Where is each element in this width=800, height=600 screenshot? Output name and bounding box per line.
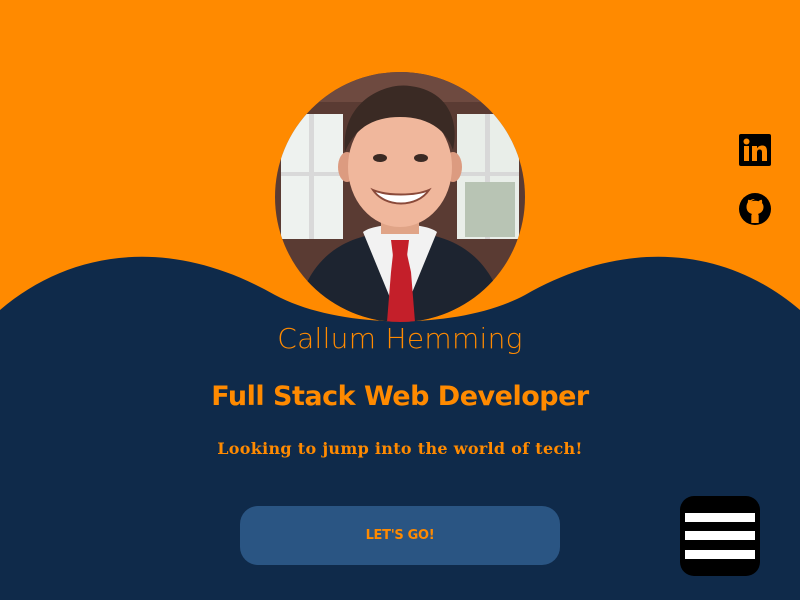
github-icon — [739, 193, 771, 225]
profile-tagline: Looking to jump into the world of tech! — [217, 439, 583, 458]
github-link[interactable] — [738, 192, 772, 226]
profile-title: Full Stack Web Developer — [211, 381, 589, 412]
linkedin-link[interactable] — [738, 133, 772, 167]
linkedin-icon — [739, 134, 771, 166]
menu-button[interactable] — [680, 496, 760, 576]
social-links — [738, 133, 772, 251]
profile-name: Callum Hemming — [277, 322, 523, 355]
profile-photo — [275, 72, 525, 322]
lets-go-button[interactable]: LET'S GO! — [240, 506, 560, 565]
hero-page: Callum Hemming Full Stack Web Developer … — [0, 0, 800, 600]
